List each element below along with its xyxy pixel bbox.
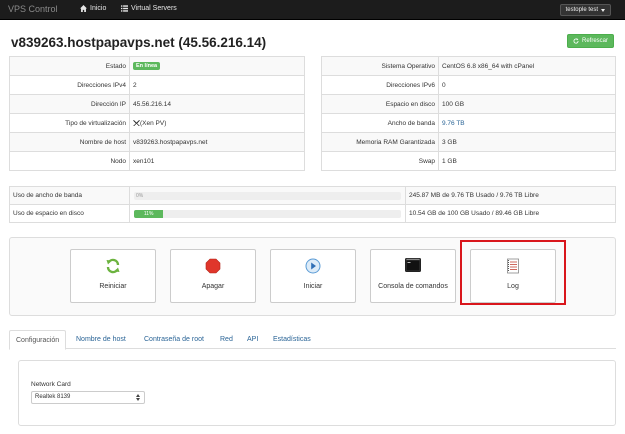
info-label: Estado — [9, 56, 130, 76]
table-row: Memoria RAM Garantizada 3 GB — [321, 132, 616, 152]
refresh-icon — [106, 258, 120, 274]
home-icon — [80, 5, 87, 12]
user-menu-button[interactable]: testople test — [559, 4, 611, 16]
info-label: Nombre de host — [9, 132, 130, 152]
log-button-highlight — [460, 240, 566, 305]
xen-icon — [133, 119, 140, 126]
start-button[interactable]: Iniciar — [270, 249, 356, 303]
bandwidth-usage-row: Uso de ancho de banda 0% 245.87 MB de 9.… — [9, 186, 616, 205]
info-value: (Xen PV) — [129, 113, 305, 133]
usage-label: Uso de ancho de banda — [9, 186, 130, 205]
info-label: Sistema Operativo — [321, 56, 439, 76]
top-navbar: VPS Control Inicio Virtual Servers testo… — [0, 0, 625, 20]
usage-label: Uso de espacio en disco — [9, 204, 130, 223]
status-badge: En línea — [133, 62, 161, 70]
console-button[interactable]: Consola de comandos — [370, 249, 456, 303]
select-arrows-icon — [136, 394, 140, 401]
server-resources-table: Sistema Operativo CentOS 6.8 x86_64 with… — [321, 56, 616, 171]
usage-detail: 10.54 GB de 100 GB Usado / 89.46 GB Libr… — [405, 204, 616, 223]
tab-statistics[interactable]: Estadísticas — [273, 330, 311, 350]
nav-virtual-servers-label: Virtual Servers — [131, 5, 177, 12]
table-row: Estado En línea — [9, 56, 305, 76]
play-icon — [305, 258, 321, 274]
user-menu-label: testople test — [565, 7, 598, 13]
info-value: xen101 — [129, 151, 305, 171]
info-value: 45.56.216.14 — [129, 94, 305, 114]
settings-tabs: Configuración Nombre de host Contraseña … — [9, 327, 616, 350]
info-value: CentOS 6.8 x86_64 with cPanel — [438, 56, 616, 76]
info-value: En línea — [129, 56, 305, 76]
info-label: Dirección IP — [9, 94, 130, 114]
info-label: Ancho de banda — [321, 113, 439, 133]
nav-virtual-servers[interactable]: Virtual Servers — [121, 5, 177, 12]
info-label: Direcciones IPv4 — [9, 75, 130, 95]
tab-configuracion[interactable]: Configuración — [9, 330, 67, 350]
usage-table: Uso de ancho de banda 0% 245.87 MB de 9.… — [9, 186, 616, 223]
table-row: Direcciones IPv6 0 — [321, 75, 616, 95]
bandwidth-progress-fill: 0% — [136, 192, 144, 199]
disk-progress-fill: 11% — [134, 209, 164, 218]
tab-root-password[interactable]: Contraseña de root — [144, 330, 204, 350]
list-icon — [121, 5, 128, 12]
info-value: 3 GB — [438, 132, 616, 152]
usage-bar-cell: 0% — [129, 186, 406, 205]
network-card-select[interactable]: Realtek 8139 — [31, 391, 145, 404]
network-card-value: Realtek 8139 — [35, 394, 71, 400]
refresh-icon — [573, 38, 579, 44]
nav-home[interactable]: Inicio — [80, 5, 106, 12]
tab-api[interactable]: API — [247, 330, 258, 350]
info-value: 1 GB — [438, 151, 616, 171]
refresh-label: Refrescar — [581, 38, 608, 44]
table-row: Tipo de virtualización (Xen PV) — [9, 113, 305, 133]
info-label: Tipo de virtualización — [9, 113, 130, 133]
info-value: 100 GB — [438, 94, 616, 114]
page-title: v839263.hostpapavps.net (45.56.216.14) — [11, 35, 267, 50]
virtualization-type: (Xen PV) — [140, 119, 167, 127]
info-label: Swap — [321, 151, 439, 171]
table-row: Swap 1 GB — [321, 151, 616, 171]
usage-bar-cell: 11% — [129, 204, 406, 223]
table-row: Espacio en disco 100 GB — [321, 94, 616, 114]
reboot-label: Reiniciar — [99, 283, 127, 290]
disk-progress-bar: 11% — [134, 209, 401, 218]
table-row: Ancho de banda 9.76 TB — [321, 113, 616, 133]
shutdown-button[interactable]: Apagar — [170, 249, 256, 303]
server-info-table: Estado En línea Direcciones IPv4 2 Direc… — [9, 56, 305, 171]
info-value: 9.76 TB — [438, 113, 616, 133]
network-card-label: Network Card — [31, 381, 71, 388]
info-label: Espacio en disco — [321, 94, 439, 114]
console-label: Consola de comandos — [378, 283, 448, 290]
nav-home-label: Inicio — [90, 5, 107, 12]
shutdown-label: Apagar — [201, 283, 225, 290]
config-panel: Network Card Realtek 8139 — [18, 360, 616, 426]
info-label: Memoria RAM Garantizada — [321, 132, 439, 152]
tab-hostname[interactable]: Nombre de host — [76, 330, 126, 350]
table-row: Nodo xen101 — [9, 151, 305, 171]
info-value: 0 — [438, 75, 616, 95]
info-label: Nodo — [9, 151, 130, 171]
disk-usage-row: Uso de espacio en disco 11% 10.54 GB de … — [9, 204, 616, 223]
table-row: Dirección IP 45.56.216.14 — [9, 94, 305, 114]
info-value: v839263.hostpapavps.net — [129, 132, 305, 152]
info-label: Direcciones IPv6 — [321, 75, 439, 95]
start-label: Iniciar — [303, 283, 323, 290]
info-value: 2 — [129, 75, 305, 95]
bandwidth-progress-bar: 0% — [134, 191, 401, 200]
brand-logo[interactable]: VPS Control — [8, 4, 58, 14]
table-row: Nombre de host v839263.hostpapavps.net — [9, 132, 305, 152]
usage-detail: 245.87 MB de 9.76 TB Usado / 9.76 TB Lib… — [405, 186, 616, 205]
tab-network[interactable]: Red — [220, 330, 233, 350]
table-row: Sistema Operativo CentOS 6.8 x86_64 with… — [321, 56, 616, 76]
reboot-button[interactable]: Reiniciar — [70, 249, 156, 303]
stop-icon — [205, 258, 221, 274]
refresh-button[interactable]: Refrescar — [566, 34, 614, 48]
terminal-icon — [405, 258, 421, 272]
caret-down-icon — [601, 8, 605, 12]
table-row: Direcciones IPv4 2 — [9, 75, 305, 95]
